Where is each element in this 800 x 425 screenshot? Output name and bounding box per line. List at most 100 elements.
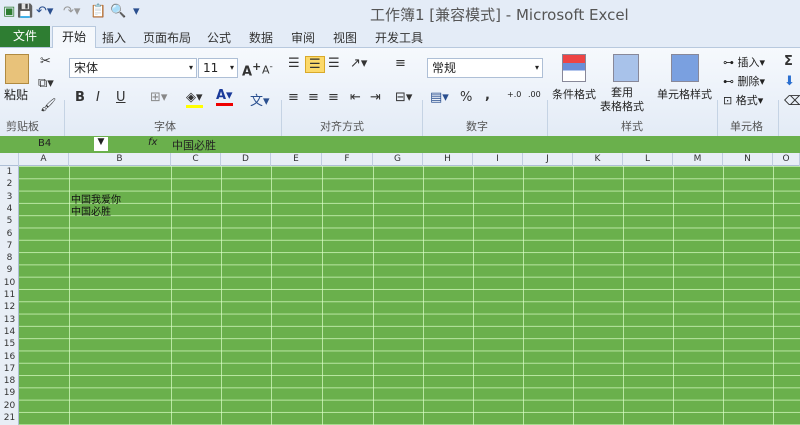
cell-b4[interactable]: 中国必胜	[71, 203, 111, 218]
column-header-n[interactable]: N	[723, 153, 773, 166]
sheet-grid[interactable]	[19, 166, 800, 425]
tab-developer[interactable]: 开发工具	[375, 29, 423, 46]
column-header-c[interactable]: C	[171, 153, 221, 166]
row-header-11[interactable]: 11	[0, 289, 19, 301]
column-header-l[interactable]: L	[623, 153, 673, 166]
delete-cells-button[interactable]: ⊷ 删除▾	[723, 73, 765, 89]
font-name-select[interactable]: 宋体 ▾	[69, 58, 197, 78]
column-header-h[interactable]: H	[423, 153, 473, 166]
align-left-icon[interactable]: ≡	[288, 90, 299, 105]
customize-qat-icon[interactable]: ▾	[133, 4, 140, 19]
column-header-k[interactable]: K	[573, 153, 623, 166]
undo-icon[interactable]: ↶▾	[36, 4, 53, 19]
print-preview-icon[interactable]: 🔍	[110, 4, 126, 19]
tab-file[interactable]: 文件	[0, 26, 50, 47]
format-as-table-button[interactable]: 套用 表格格式	[600, 86, 644, 114]
row-header-3[interactable]: 3	[0, 191, 19, 203]
phonetic-icon[interactable]: 文▾	[250, 90, 270, 109]
align-middle-icon[interactable]: ☰	[305, 56, 325, 73]
comma-button[interactable]: ,	[485, 88, 490, 103]
column-header-d[interactable]: D	[221, 153, 271, 166]
increase-indent-icon[interactable]: ⇥	[370, 90, 381, 105]
tab-data[interactable]: 数据	[249, 29, 273, 46]
align-bottom-icon[interactable]: ☰	[328, 56, 340, 71]
font-color-icon[interactable]: A▾	[216, 88, 233, 106]
row-header-20[interactable]: 20	[0, 400, 19, 412]
conditional-format-icon[interactable]	[562, 54, 586, 82]
row-header-9[interactable]: 9	[0, 264, 19, 276]
tab-home[interactable]: 开始	[52, 26, 96, 49]
cell-styles-button[interactable]: 单元格样式	[657, 86, 712, 102]
row-header-15[interactable]: 15	[0, 338, 19, 350]
paste-icon[interactable]	[5, 54, 29, 84]
row-header-10[interactable]: 10	[0, 277, 19, 289]
decrease-decimal-icon[interactable]: .00	[528, 90, 541, 99]
row-header-18[interactable]: 18	[0, 375, 19, 387]
save-icon[interactable]: 💾	[17, 4, 33, 19]
tab-formulas[interactable]: 公式	[207, 29, 231, 46]
tab-view[interactable]: 视图	[333, 29, 357, 46]
row-header-7[interactable]: 7	[0, 240, 19, 252]
column-header-m[interactable]: M	[673, 153, 723, 166]
cut-icon[interactable]: ✂	[40, 54, 51, 69]
fill-icon[interactable]: ⬇	[784, 74, 795, 89]
tab-page-layout[interactable]: 页面布局	[143, 29, 191, 46]
increase-decimal-icon[interactable]: +.0	[507, 90, 521, 99]
column-header-g[interactable]: G	[373, 153, 423, 166]
paste-button[interactable]: 粘贴	[4, 86, 28, 103]
align-right-icon[interactable]: ≡	[328, 90, 339, 105]
format-cells-button[interactable]: ⊡ 格式▾	[723, 92, 763, 108]
row-header-2[interactable]: 2	[0, 178, 19, 190]
clear-icon[interactable]: ⌫	[784, 94, 800, 109]
merge-center-icon[interactable]: ⊟▾	[395, 90, 412, 105]
row-header-19[interactable]: 19	[0, 387, 19, 399]
select-all-button[interactable]	[0, 153, 19, 166]
row-header-12[interactable]: 12	[0, 301, 19, 313]
row-header-16[interactable]: 16	[0, 351, 19, 363]
font-size-select[interactable]: 11 ▾	[198, 58, 238, 78]
tab-review[interactable]: 审阅	[291, 29, 315, 46]
row-header-13[interactable]: 13	[0, 314, 19, 326]
tab-insert[interactable]: 插入	[102, 29, 126, 46]
formula-input[interactable]: 中国必胜	[172, 137, 216, 153]
percent-button[interactable]: %	[460, 90, 472, 105]
cell-styles-icon[interactable]	[671, 54, 699, 82]
fill-color-icon[interactable]: ◈▾	[186, 90, 203, 108]
align-center-icon[interactable]: ≡	[308, 90, 319, 105]
format-as-table-icon[interactable]	[613, 54, 639, 82]
autosum-icon[interactable]: Σ	[784, 54, 793, 69]
copy-format-icon[interactable]: 📋	[90, 4, 106, 19]
row-header-14[interactable]: 14	[0, 326, 19, 338]
orientation-icon[interactable]: ↗▾	[350, 56, 367, 71]
copy-icon[interactable]: ⧉▾	[38, 76, 54, 91]
format-painter-icon[interactable]: 🖌	[40, 98, 57, 113]
name-box-dropdown-icon[interactable]: ▼	[94, 137, 108, 151]
align-top-icon[interactable]: ☰	[288, 56, 300, 71]
insert-function-button[interactable]: fx	[148, 137, 157, 148]
borders-icon[interactable]: ⊞▾	[150, 90, 167, 105]
column-header-e[interactable]: E	[271, 153, 322, 166]
column-header-f[interactable]: F	[322, 153, 373, 166]
decrease-indent-icon[interactable]: ⇤	[350, 90, 361, 105]
column-header-i[interactable]: I	[473, 153, 523, 166]
name-box[interactable]: B4	[38, 138, 51, 149]
italic-button[interactable]: I	[96, 90, 100, 105]
bold-button[interactable]: B	[75, 90, 85, 105]
shrink-font-icon[interactable]: A-	[262, 61, 273, 77]
wrap-text-icon[interactable]: ≡	[395, 56, 406, 71]
row-header-8[interactable]: 8	[0, 252, 19, 264]
row-header-17[interactable]: 17	[0, 363, 19, 375]
conditional-format-button[interactable]: 条件格式	[552, 86, 596, 102]
column-header-a[interactable]: A	[19, 153, 69, 166]
row-header-4[interactable]: 4	[0, 203, 19, 215]
column-header-b[interactable]: B	[69, 153, 171, 166]
underline-button[interactable]: U	[116, 90, 126, 105]
accounting-format-icon[interactable]: ▤▾	[430, 90, 449, 105]
grow-font-icon[interactable]: A+	[242, 60, 261, 79]
insert-cells-button[interactable]: ⊶ 插入▾	[723, 54, 765, 70]
row-header-5[interactable]: 5	[0, 215, 19, 227]
row-header-6[interactable]: 6	[0, 228, 19, 240]
row-header-1[interactable]: 1	[0, 166, 19, 178]
redo-icon[interactable]: ↷▾	[63, 4, 80, 19]
column-header-o[interactable]: O	[773, 153, 800, 166]
